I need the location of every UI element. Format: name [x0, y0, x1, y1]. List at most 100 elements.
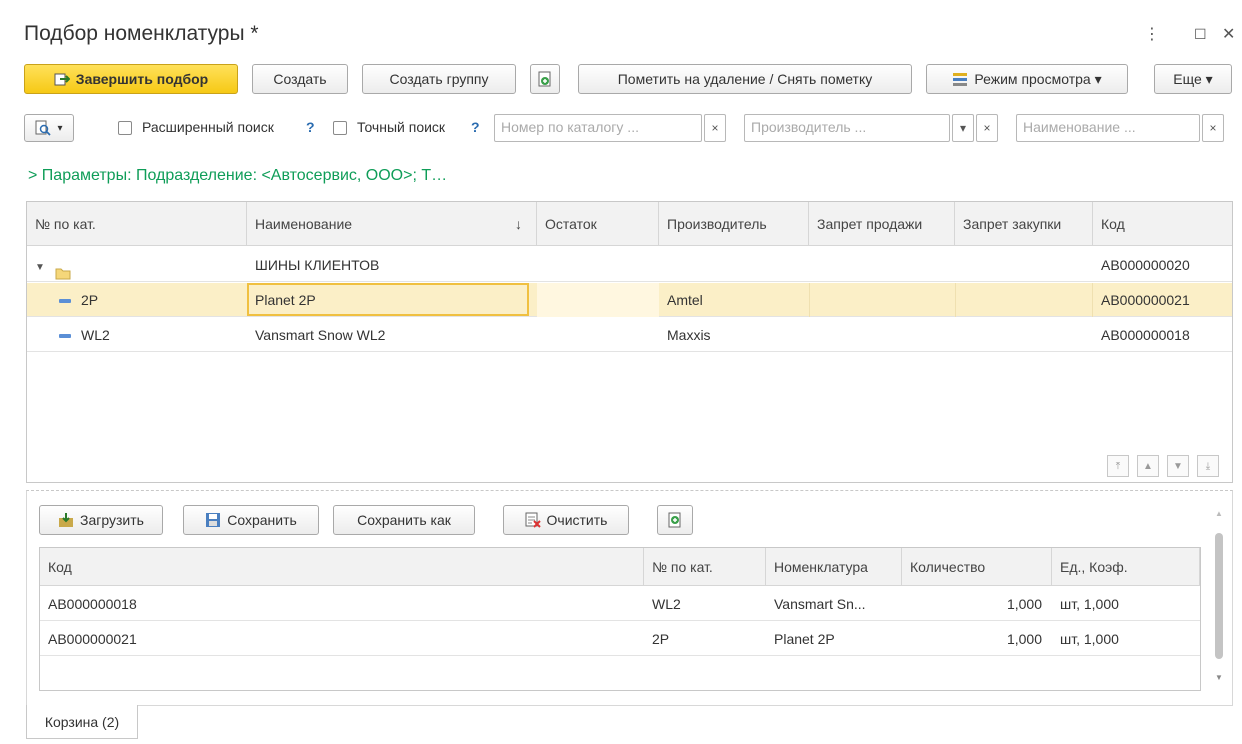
stock-cell — [537, 318, 659, 352]
no-sale-cell — [809, 283, 955, 317]
catalog-table-header: № по кат. Наименование ↓ Остаток Произво… — [27, 202, 1232, 246]
mark-delete-button[interactable]: Пометить на удаление / Снять пометку — [578, 64, 912, 94]
cart-scrollbar[interactable]: ▲ ▼ — [1213, 505, 1225, 689]
column-header-catalog-number[interactable]: № по кат. — [644, 548, 766, 586]
catalog-number-cell: WL2 — [51, 318, 247, 352]
view-mode-button[interactable]: Режим просмотра ▾ — [926, 64, 1128, 94]
load-label: Загрузить — [80, 512, 144, 528]
clear-icon[interactable]: × — [976, 114, 998, 142]
clear-icon[interactable]: × — [1202, 114, 1224, 142]
no-purchase-cell — [955, 283, 1093, 317]
extended-search-label: Расширенный поиск — [142, 119, 274, 135]
name-cell: Vansmart Snow WL2 — [255, 327, 386, 343]
cart-table-header: Код № по кат. Номенклатура Количество Ед… — [40, 548, 1200, 586]
scroll-up-button[interactable]: ▲ — [1137, 455, 1159, 477]
clear-cart-button[interactable]: Очистить — [503, 505, 629, 535]
catalog-number-cell: 2P — [652, 631, 670, 647]
table-row[interactable]: 2P Planet 2P Amtel АВ000000021 — [27, 283, 1232, 317]
manufacturer-input[interactable]: Производитель ... — [744, 114, 950, 142]
save-icon — [205, 512, 221, 528]
table-row-group[interactable]: ▼ ШИНЫ КЛИЕНТОВ АВ000000020 — [27, 248, 1232, 282]
column-header-manufacturer[interactable]: Производитель — [659, 202, 809, 246]
scroll-down-icon[interactable]: ▼ — [1215, 673, 1223, 682]
group-name: ШИНЫ КЛИЕНТОВ — [255, 257, 380, 273]
sort-down-icon: ↓ — [515, 216, 522, 232]
exact-search-checkbox[interactable] — [333, 121, 347, 135]
catalog-number-cell: WL2 — [652, 596, 681, 612]
catalog-number-cell: 2P — [51, 283, 247, 317]
item-icon — [59, 334, 71, 339]
column-header-name[interactable]: Наименование ↓ — [247, 202, 537, 246]
scroll-first-button[interactable]: ⤒ — [1107, 455, 1129, 477]
catalog-table: № по кат. Наименование ↓ Остаток Произво… — [26, 201, 1233, 483]
table-row[interactable]: АВ000000021 2P Planet 2P 1,000 шт, 1,000 — [40, 622, 1200, 656]
catalog-number-text: 2P — [81, 292, 99, 308]
table-row[interactable]: WL2 Vansmart Snow WL2 Maxxis АВ000000018 — [27, 318, 1232, 352]
close-icon[interactable]: ✕ — [1222, 24, 1235, 44]
more-button[interactable]: Еще ▾ — [1154, 64, 1232, 94]
load-button[interactable]: Загрузить — [39, 505, 163, 535]
search-settings-button[interactable]: ▾ — [24, 114, 74, 142]
catalog-number-input[interactable]: Номер по каталогу ... — [494, 114, 702, 142]
export-icon — [667, 512, 683, 528]
table-row[interactable]: АВ000000018 WL2 Vansmart Sn... 1,000 шт,… — [40, 587, 1200, 621]
column-header-code[interactable]: Код — [40, 548, 644, 586]
page-title: Подбор номенклатуры * — [24, 22, 259, 45]
maximize-icon[interactable]: ☐ — [1194, 26, 1207, 43]
save-button[interactable]: Сохранить — [183, 505, 319, 535]
view-mode-icon — [952, 71, 968, 87]
scroll-last-button[interactable]: ⤓ — [1197, 455, 1219, 477]
tab-cart[interactable]: Корзина (2) — [26, 705, 138, 739]
view-mode-label: Режим просмотра ▾ — [974, 70, 1102, 87]
clear-icon[interactable]: × — [704, 114, 726, 142]
name-input[interactable]: Наименование ... — [1016, 114, 1200, 142]
chevron-down-icon: ▼ — [35, 262, 45, 273]
clear-label: Очистить — [546, 512, 608, 528]
create-button[interactable]: Создать — [252, 64, 348, 94]
save-as-button[interactable]: Сохранить как — [333, 505, 475, 535]
item-cell: Vansmart Sn... — [774, 596, 866, 612]
column-header-code[interactable]: Код — [1093, 202, 1232, 246]
stock-cell — [537, 283, 659, 317]
scroll-up-icon[interactable]: ▲ — [1215, 509, 1223, 518]
chevron-down-icon[interactable]: ▾ — [952, 114, 974, 142]
group-code: АВ000000020 — [1101, 257, 1190, 273]
export-button[interactable] — [657, 505, 693, 535]
code-cell: АВ000000018 — [1101, 327, 1190, 343]
manufacturer-cell: Amtel — [667, 292, 703, 308]
code-cell: АВ000000021 — [48, 631, 137, 647]
copy-button[interactable] — [530, 64, 560, 94]
column-header-quantity[interactable]: Количество — [902, 548, 1052, 586]
scroll-thumb[interactable] — [1215, 533, 1223, 659]
copy-icon — [537, 71, 553, 87]
group-expander[interactable]: ▼ — [27, 248, 247, 282]
item-cell: Planet 2P — [774, 631, 835, 647]
column-header-unit[interactable]: Ед., Коэф. — [1052, 548, 1200, 586]
column-header-no-sale[interactable]: Запрет продажи — [809, 202, 955, 246]
no-sale-cell — [809, 318, 955, 352]
scroll-down-button[interactable]: ▼ — [1167, 455, 1189, 477]
chevron-down-icon: ▾ — [57, 122, 63, 134]
item-icon — [59, 299, 71, 304]
code-cell: АВ000000021 — [1101, 292, 1190, 308]
parameters-link[interactable]: > Параметры: Подразделение: <Автосервис,… — [28, 167, 447, 185]
unit-cell: шт, 1,000 — [1060, 596, 1119, 612]
finish-selection-button[interactable]: Завершить подбор — [24, 64, 238, 94]
column-header-catalog-number[interactable]: № по кат. — [27, 202, 247, 246]
more-menu-icon[interactable]: ⋮ — [1144, 24, 1160, 44]
help-icon[interactable]: ? — [471, 119, 480, 135]
column-header-stock[interactable]: Остаток — [537, 202, 659, 246]
column-header-item[interactable]: Номенклатура — [766, 548, 902, 586]
manufacturer-cell: Maxxis — [667, 327, 711, 343]
save-label: Сохранить — [227, 512, 297, 528]
finish-icon — [54, 71, 71, 87]
extended-search-checkbox[interactable] — [118, 121, 132, 135]
no-purchase-cell — [955, 318, 1093, 352]
unit-cell: шт, 1,000 — [1060, 631, 1119, 647]
create-group-button[interactable]: Создать группу — [362, 64, 516, 94]
clear-list-icon — [525, 512, 541, 528]
column-header-name-label: Наименование — [255, 216, 353, 232]
help-icon[interactable]: ? — [306, 119, 315, 135]
column-header-no-purchase[interactable]: Запрет закупки — [955, 202, 1093, 246]
load-icon — [58, 512, 74, 528]
